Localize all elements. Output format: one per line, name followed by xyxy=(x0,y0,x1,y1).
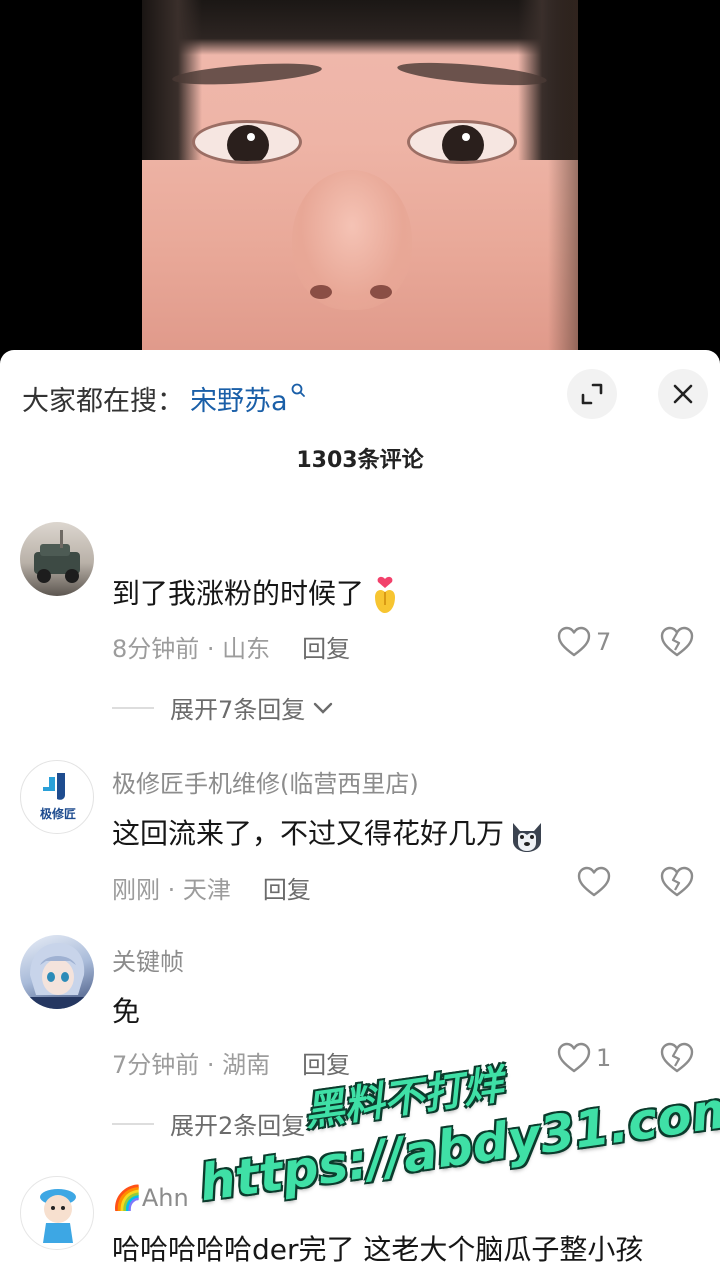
reply-button[interactable]: 回复 xyxy=(302,629,350,664)
heart-icon xyxy=(557,1042,591,1073)
comment-count: 1303条评论 xyxy=(296,448,424,473)
heart-icon xyxy=(557,626,591,657)
comment-time-location: 8分钟前 · 山东 xyxy=(112,635,271,663)
comment-username[interactable]: 🌈Ahn xyxy=(112,1184,189,1212)
comment-meta: 7分钟前 · 湖南 回复 xyxy=(112,1045,350,1080)
avatar[interactable] xyxy=(20,522,94,596)
expand-button[interactable] xyxy=(567,369,617,419)
video-nostril-right xyxy=(370,285,392,299)
expand-replies[interactable]: 展开2条回复 xyxy=(112,1106,305,1141)
heart-hands-emoji xyxy=(375,576,396,613)
comment-text: 到了我涨粉的时候了 xyxy=(112,572,402,615)
close-button[interactable] xyxy=(658,369,708,419)
expand-icon xyxy=(581,383,603,405)
video-player[interactable] xyxy=(0,0,720,350)
avatar[interactable] xyxy=(20,935,94,1009)
avatar[interactable] xyxy=(20,1176,94,1250)
comment-username[interactable]: 关键帧 xyxy=(112,942,184,977)
comment-time-location: 7分钟前 · 湖南 xyxy=(112,1051,271,1079)
comment-username[interactable]: 极修匠手机维修(临营西里店) xyxy=(112,764,419,799)
comment-time-location: 刚刚 · 天津 xyxy=(112,876,231,904)
broken-heart-icon[interactable] xyxy=(660,1042,694,1074)
chevron-down-icon xyxy=(314,702,333,714)
comment-meta: 刚刚 · 天津 回复 xyxy=(112,870,311,905)
video-eye-right xyxy=(407,120,517,164)
like-count: 7 xyxy=(596,628,612,656)
expand-replies-label: 展开2条回复 xyxy=(170,1112,306,1140)
like-button[interactable]: 7 xyxy=(556,626,611,658)
comment-text: 这回流来了，不过又得花好几万 xyxy=(112,812,546,853)
video-hair xyxy=(142,0,578,55)
video-frame xyxy=(142,0,578,350)
video-edge xyxy=(548,0,578,350)
video-eye-left xyxy=(192,120,302,164)
broken-heart-icon[interactable] xyxy=(660,626,694,658)
like-count: 1 xyxy=(596,1044,612,1072)
comment-text-content: 到了我涨粉的时候了 xyxy=(112,577,365,610)
comment-text-content: 这回流来了，不过又得花好几万 xyxy=(112,817,505,850)
search-prefix: 大家都在搜： xyxy=(22,385,184,417)
comment-text: 哈哈哈哈哈der完了 这老大个脑瓜子整小孩 xyxy=(112,1233,644,1266)
heart-icon xyxy=(577,866,611,897)
search-mini-icon xyxy=(291,383,305,397)
search-suggestion[interactable]: 大家都在搜： 宋野苏a xyxy=(22,378,308,418)
video-nostril-left xyxy=(310,285,332,299)
divider xyxy=(112,1122,154,1125)
reply-button[interactable]: 回复 xyxy=(263,870,311,905)
divider xyxy=(112,706,154,709)
husky-emoji xyxy=(513,823,542,852)
avatar-logo-icon xyxy=(43,773,65,800)
search-term-link[interactable]: 宋野苏a xyxy=(190,379,288,418)
expand-replies-label: 展开7条回复 xyxy=(170,696,306,724)
avatar-anime-image xyxy=(28,943,86,1009)
avatar-cartoon-image xyxy=(40,1189,76,1243)
avatar-car-image xyxy=(34,530,80,583)
avatar[interactable]: 极修匠 xyxy=(20,760,94,834)
broken-heart-icon[interactable] xyxy=(660,866,694,898)
like-button[interactable]: 1 xyxy=(556,1042,611,1074)
comment-meta: 8分钟前 · 山东 回复 xyxy=(112,629,350,664)
expand-replies[interactable]: 展开7条回复 xyxy=(112,690,335,725)
comment-text: 免 xyxy=(112,995,141,1028)
close-icon xyxy=(673,384,693,404)
avatar-logo-text: 极修匠 xyxy=(39,807,76,821)
like-button[interactable] xyxy=(576,866,612,898)
